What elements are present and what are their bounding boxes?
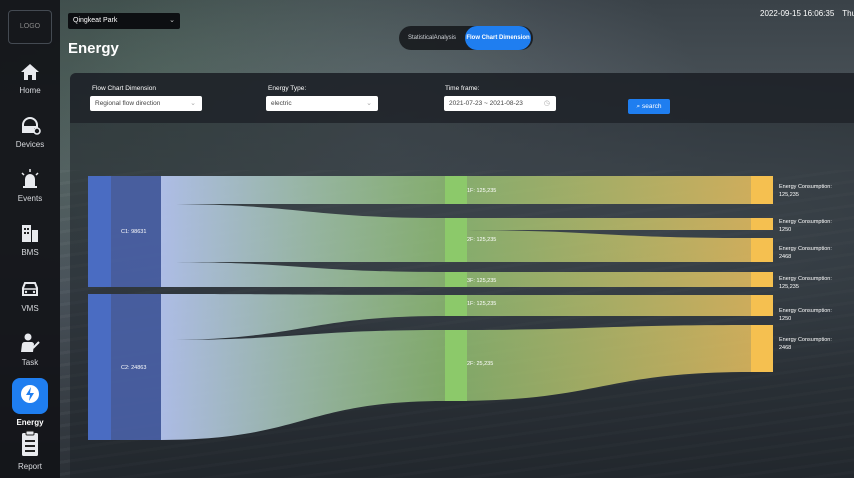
middle-node-1f-b[interactable] bbox=[445, 295, 467, 316]
target-label-6-value: 2468 bbox=[779, 345, 791, 351]
target-label-1-value: 125,235 bbox=[779, 192, 799, 198]
target-node-1[interactable] bbox=[751, 176, 773, 204]
middle-node-2f-b[interactable] bbox=[445, 330, 467, 401]
middle-label-1f-a: 1F: 125,235 bbox=[467, 188, 496, 194]
flow-c2-2f bbox=[161, 330, 445, 440]
middle-node-3f-a[interactable] bbox=[445, 272, 467, 287]
middle-label-2f-a: 2F: 125,235 bbox=[467, 237, 496, 243]
source-label-c2: C2: 24863 bbox=[121, 365, 146, 371]
target-label-3-value: 2468 bbox=[779, 254, 791, 260]
flow-2f-target6 bbox=[452, 325, 751, 401]
flow-2f-target2 bbox=[452, 218, 751, 230]
target-label-4-value: 125,235 bbox=[779, 284, 799, 290]
target-node-5[interactable] bbox=[751, 295, 773, 316]
flow-2f-target3 bbox=[452, 230, 751, 262]
source-node-c1-bar[interactable] bbox=[88, 176, 111, 287]
target-label-2-title: Energy Consumption: bbox=[779, 219, 832, 225]
flow-c1-2f bbox=[161, 204, 445, 262]
target-node-6[interactable] bbox=[751, 325, 773, 372]
target-label-5-value: 1250 bbox=[779, 316, 791, 322]
target-label-3-title: Energy Consumption: bbox=[779, 246, 832, 252]
target-label-4-title: Energy Consumption: bbox=[779, 276, 832, 282]
flow-1f-target1 bbox=[452, 176, 751, 204]
middle-label-3f-a: 3F: 125,235 bbox=[467, 278, 496, 284]
target-node-2[interactable] bbox=[751, 218, 773, 230]
target-label-6-title: Energy Consumption: bbox=[779, 337, 832, 343]
source-node-c2-bar[interactable] bbox=[88, 294, 111, 440]
flow-3f-target4 bbox=[452, 272, 751, 287]
flow-c1-3f bbox=[161, 262, 445, 287]
middle-node-2f-a[interactable] bbox=[445, 218, 467, 262]
target-label-2-value: 1250 bbox=[779, 227, 791, 233]
target-node-3[interactable] bbox=[751, 238, 773, 262]
source-label-c1: C1: 98631 bbox=[121, 229, 146, 235]
middle-label-1f-b: 1F: 125,235 bbox=[467, 301, 496, 307]
target-label-5-title: Energy Consumption: bbox=[779, 308, 832, 314]
flow-sankey-chart: C1: 98631 C2: 24863 1F: 125,235 2F: 125,… bbox=[88, 176, 832, 440]
target-label-1-title: Energy Consumption: bbox=[779, 184, 832, 190]
flow-c1-1f bbox=[161, 176, 445, 204]
middle-node-1f-a[interactable] bbox=[445, 176, 467, 204]
target-node-4[interactable] bbox=[751, 272, 773, 287]
middle-label-2f-b: 2F: 25,235 bbox=[467, 361, 493, 367]
flow-1f-target5 bbox=[452, 295, 751, 316]
